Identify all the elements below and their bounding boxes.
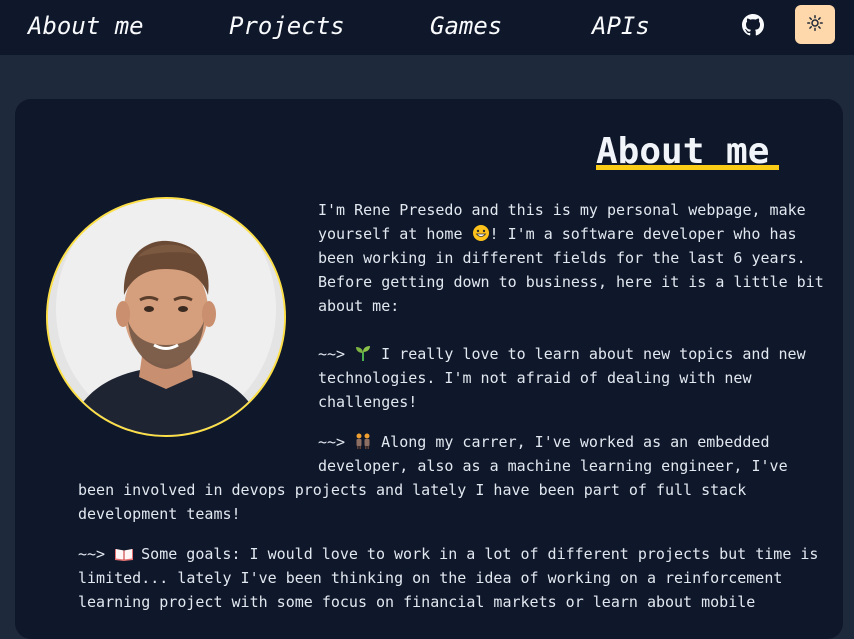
intro-line-1: I'm Rene Presedo and this is my personal…	[318, 201, 806, 219]
point-goals: ~~> Some goals: I would love to work in …	[78, 542, 818, 614]
two-people-icon	[354, 432, 372, 450]
grinning-face-icon	[472, 224, 490, 242]
arrow-3: ~~>	[78, 545, 106, 563]
intro-line-2a: yourself at home	[318, 225, 472, 243]
point-career: ~~> Along my carrer, I've worked as an e…	[318, 430, 788, 478]
nav-about-link[interactable]: About me	[28, 10, 144, 42]
theme-toggle-button[interactable]	[795, 5, 835, 44]
point-learning: ~~> I really love to learn about new top…	[318, 342, 806, 414]
nav-games-link[interactable]: Games	[430, 10, 502, 42]
open-book-icon	[114, 544, 134, 562]
nav-apis-link[interactable]: APIs	[592, 10, 650, 42]
intro-paragraph: I'm Rene Presedo and this is my personal…	[318, 198, 824, 318]
intro-line-4: Before getting down to business, here it…	[318, 273, 824, 291]
point3-line-2: limited... lately I've been thinking on …	[78, 569, 783, 587]
point2-line-3: been involved in devops projects and lat…	[78, 481, 747, 499]
point2-line-2: developer, also as a machine learning en…	[318, 457, 788, 475]
point3-line-1: Some goals: I would love to work in a lo…	[132, 545, 819, 563]
point1-line-3: challenges!	[318, 393, 418, 411]
point1-line-2: technologies. I'm not afraid of dealing …	[318, 369, 752, 387]
intro-line-3: been working in different fields for the…	[318, 249, 806, 267]
top-navbar: About me Projects Games APIs	[0, 0, 854, 55]
point3-line-3: learning project with some focus on fina…	[78, 593, 756, 611]
arrow-2: ~~>	[318, 433, 346, 451]
intro-line-5: about me:	[318, 297, 400, 315]
seedling-icon	[354, 344, 372, 362]
intro-line-2b: ! I'm a software developer who has	[489, 225, 797, 243]
point2-line-4: development teams!	[78, 505, 241, 523]
arrow-1: ~~>	[318, 345, 346, 363]
sun-icon	[807, 14, 823, 35]
point-career-cont: been involved in devops projects and lat…	[78, 478, 746, 526]
title-underline	[596, 165, 779, 170]
point1-line-1: I really love to learn about new topics …	[372, 345, 806, 363]
point2-line-1: Along my carrer, I've worked as an embed…	[372, 433, 770, 451]
nav-projects-link[interactable]: Projects	[229, 10, 345, 42]
avatar	[46, 197, 286, 437]
github-icon[interactable]	[742, 14, 764, 36]
